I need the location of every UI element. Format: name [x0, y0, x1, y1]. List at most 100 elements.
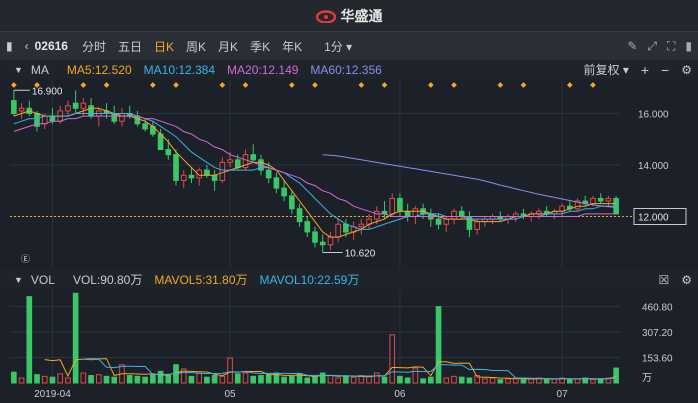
volume-bar — [49, 376, 56, 384]
tab-quarterly-k[interactable]: 季K — [244, 38, 276, 55]
mavol5-value: MAVOL5:31.80万 — [154, 273, 248, 287]
volume-bar — [404, 377, 411, 384]
candle-body — [26, 107, 33, 114]
remove-indicator-icon[interactable]: − — [661, 62, 669, 78]
candle-body — [389, 197, 396, 215]
candle-body — [482, 218, 488, 223]
candle-body — [219, 161, 226, 181]
candle-body — [528, 213, 535, 217]
volume-bar — [211, 375, 218, 384]
volume-bar — [613, 367, 619, 384]
volume-bar — [250, 375, 257, 384]
vol-collapse-icon[interactable]: ▼ — [0, 275, 31, 285]
collapse-sidebar-icon[interactable]: ▮ — [0, 39, 19, 53]
candle-body — [412, 208, 419, 217]
adjust-select[interactable]: 前复权 ▾ — [583, 61, 628, 78]
volume-bar — [134, 375, 141, 384]
tab-intraday[interactable]: 分时 — [76, 38, 112, 55]
event-e-icon[interactable]: Ⓔ — [21, 254, 30, 264]
fullscreen-icon[interactable]: ⛶ — [667, 39, 675, 54]
pencil-icon[interactable]: ✎ — [627, 39, 637, 53]
volume-bar — [234, 373, 241, 384]
volume-bar — [273, 372, 280, 384]
app-title: 华盛通 — [340, 7, 383, 24]
price-gridlines — [10, 80, 634, 268]
tab-yearly-k[interactable]: 年K — [276, 38, 308, 55]
volume-bar — [165, 375, 172, 384]
candle-body — [250, 154, 257, 161]
volume-bar — [443, 377, 450, 384]
close-icon[interactable]: ☒ — [658, 273, 669, 287]
interval-select[interactable]: 1分 ▾ — [308, 38, 358, 55]
legend-collapse-icon[interactable]: ▼ — [0, 65, 31, 75]
date-tick-label: 07 — [557, 389, 569, 400]
candle-body — [451, 210, 457, 220]
volume-bar — [242, 372, 249, 384]
volume-bar — [258, 375, 264, 384]
candle-body — [597, 197, 604, 202]
candle-body — [265, 169, 272, 179]
volume-bar — [289, 375, 295, 384]
candle-body — [165, 149, 172, 156]
gear-icon[interactable]: ⚙ — [681, 63, 692, 77]
add-indicator-icon[interactable]: + — [641, 62, 649, 78]
candle-body — [103, 110, 110, 114]
stock-code: 02616 — [34, 39, 68, 53]
candle-body — [536, 210, 542, 215]
volume-bar — [173, 364, 179, 384]
collapse-panel-icon[interactable]: ▮ — [685, 39, 692, 53]
volume-bar — [335, 377, 341, 384]
candle-body — [343, 223, 349, 233]
expand-icon[interactable]: ⤢ — [647, 39, 657, 54]
volume-bar — [605, 377, 612, 384]
tab-weekly-k[interactable]: 周K — [180, 38, 212, 55]
volume-bar — [412, 367, 419, 384]
volume-bar — [57, 373, 64, 384]
low-annotation-label: 10.620 — [345, 249, 376, 260]
ma20-value: MA20:12.149 — [227, 62, 299, 77]
volume-bar — [397, 375, 403, 384]
candle-body — [227, 159, 233, 163]
main-indicator-legend: ▼ MA MA5:12.520 MA10:12.384 MA20:12.149 … — [0, 60, 698, 79]
volume-bar — [304, 377, 311, 384]
ma60-value: MA60:12.356 — [310, 62, 382, 77]
volume-bar — [34, 374, 40, 384]
event-marker — [312, 82, 318, 88]
tab-daily-k[interactable]: 日K — [148, 38, 180, 55]
last-price-box — [633, 207, 687, 225]
main-indicator-name[interactable]: MA — [31, 63, 67, 77]
moving-average-lines — [13, 107, 617, 238]
candle-body — [443, 218, 450, 225]
candle-body — [366, 218, 372, 225]
candle-body — [273, 177, 280, 189]
volume-bar — [312, 375, 318, 384]
candle-body — [435, 218, 442, 225]
candle-body — [111, 112, 118, 122]
candle-body — [80, 102, 87, 109]
volume-bar — [482, 378, 488, 384]
date-tick-label: 05 — [225, 389, 237, 400]
gear-icon[interactable]: ⚙ — [681, 273, 692, 287]
volume-tick-label: 153.60 — [642, 353, 673, 364]
vol-indicator-name[interactable]: VOL — [31, 273, 73, 287]
candle-body — [381, 210, 388, 215]
prev-stock-icon[interactable]: ‹ — [19, 39, 35, 53]
volume-bar — [566, 379, 573, 384]
event-marker — [80, 82, 87, 88]
tab-five-day[interactable]: 五日 — [112, 38, 148, 55]
event-marker — [358, 82, 365, 88]
candle-body — [319, 241, 326, 246]
volume-bar — [559, 377, 565, 384]
tab-monthly-k[interactable]: 月K — [212, 38, 244, 55]
volume-bar — [381, 376, 388, 384]
candle-body — [34, 112, 40, 127]
mavol10-line — [83, 358, 617, 380]
last-price-label: 12.000 — [638, 212, 669, 223]
volume-gridlines — [10, 290, 620, 383]
toolbar-tools: ✎ ⤢ ⛶ ▮ — [627, 32, 692, 60]
volume-bar — [180, 368, 187, 384]
volume-bar — [428, 376, 434, 384]
event-marker — [427, 82, 434, 88]
candle-body — [142, 123, 148, 130]
event-marker — [497, 82, 504, 88]
